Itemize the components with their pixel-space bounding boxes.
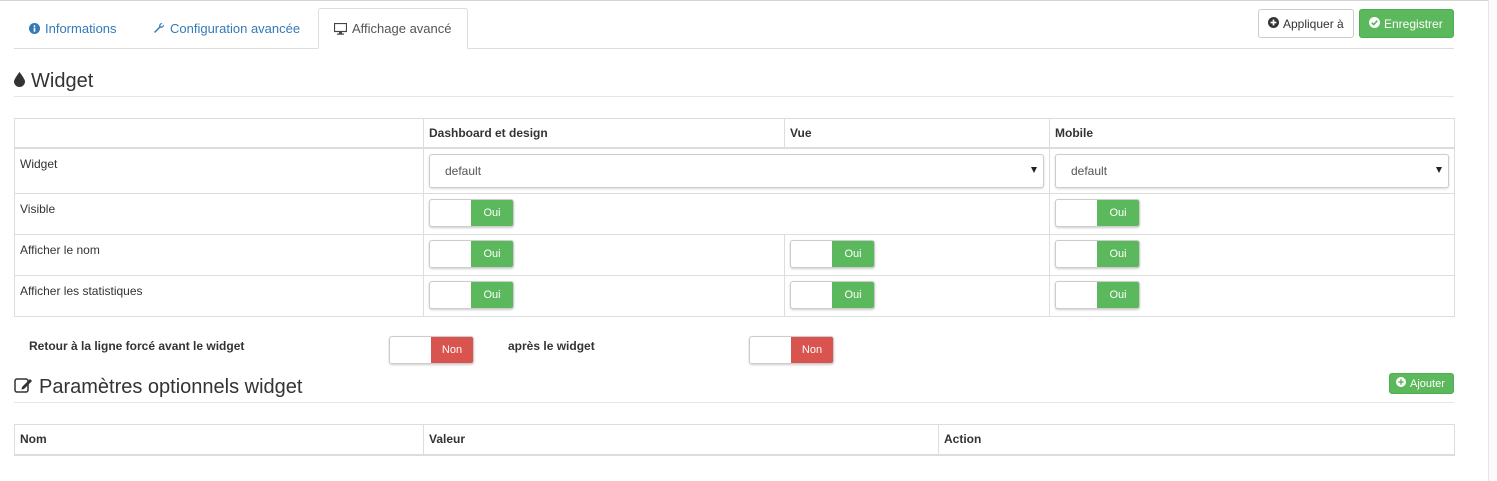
toggle-cell: Oui — [423, 234, 785, 276]
show-name-mobile-toggle[interactable]: Oui — [1055, 240, 1140, 268]
show-stats-dashboard-toggle[interactable]: Oui — [429, 281, 514, 309]
column-header: Mobile — [1049, 118, 1455, 149]
column-header: Action — [938, 424, 1455, 456]
edit-icon — [14, 376, 33, 399]
column-header: Dashboard et design — [423, 118, 785, 149]
save-button[interactable]: Enregistrer — [1359, 9, 1454, 38]
toggle-cell: Oui — [423, 193, 1050, 235]
scrollbar[interactable] — [1488, 0, 1497, 481]
toggle-cell: Oui — [784, 275, 1050, 317]
tab-configuration-avancee[interactable]: Configuration avancée — [138, 8, 315, 48]
plus-circle-icon — [1396, 377, 1406, 390]
apply-label: Appliquer à — [1283, 16, 1344, 31]
plus-circle-icon — [1268, 16, 1279, 31]
save-label: Enregistrer — [1384, 16, 1443, 31]
info-circle-icon — [29, 22, 40, 34]
tab-bar: Informations Configuration avancée Affic… — [14, 8, 1454, 49]
table-row: Visible Oui Oui — [14, 193, 1455, 235]
dashboard-widget-cell: default — [423, 147, 1050, 194]
widget-table: Dashboard et design Vue Mobile Widget de… — [14, 118, 1455, 317]
show-name-vue-toggle[interactable]: Oui — [790, 240, 875, 268]
visible-mobile-toggle[interactable]: Oui — [1055, 199, 1140, 227]
tab-informations[interactable]: Informations — [14, 8, 132, 48]
table-row: Widget default default — [14, 147, 1455, 194]
mobile-widget-cell: default — [1049, 147, 1455, 194]
toggle-state: Non — [791, 337, 833, 363]
column-header: Nom — [14, 424, 424, 456]
tab-label: Informations — [45, 20, 117, 36]
table-header-row: Nom Valeur Action — [14, 424, 1455, 456]
widget-title-text: Widget — [31, 70, 94, 92]
show-name-dashboard-toggle[interactable]: Oui — [429, 240, 514, 268]
column-header: Valeur — [423, 424, 939, 456]
row-label: Visible — [14, 193, 424, 235]
row-label: Widget — [14, 147, 424, 194]
widget-section-rule — [14, 96, 1454, 97]
tab-affichage-avance[interactable]: Affichage avancé — [318, 8, 468, 49]
mobile-widget-select[interactable]: default — [1055, 153, 1449, 188]
tab-label: Affichage avancé — [352, 21, 452, 36]
check-circle-icon — [1369, 16, 1380, 31]
column-header: Vue — [784, 118, 1050, 149]
visible-dashboard-toggle[interactable]: Oui — [429, 199, 514, 227]
line-break-before-toggle[interactable]: Non — [389, 336, 474, 364]
toggle-state: Oui — [471, 200, 513, 226]
caret-down-icon — [1436, 166, 1442, 173]
toggle-state: Oui — [471, 241, 513, 267]
row-label: Afficher les statistiques — [14, 275, 424, 317]
toggle-cell: Oui — [1049, 193, 1455, 235]
optional-params-section-title: Paramètres optionnels widget — [14, 376, 302, 399]
caret-down-icon — [1031, 166, 1037, 173]
toggle-cell: Oui — [784, 234, 1050, 276]
optional-params-table: Nom Valeur Action — [14, 424, 1455, 456]
toggle-state: Oui — [832, 282, 874, 308]
apply-to-button[interactable]: Appliquer à — [1258, 9, 1354, 38]
column-header — [14, 118, 424, 149]
select-value: default — [1071, 163, 1108, 178]
add-parameter-button[interactable]: Ajouter — [1389, 373, 1454, 394]
toggle-cell: Oui — [423, 275, 785, 317]
table-header-row: Dashboard et design Vue Mobile — [14, 118, 1455, 149]
select-value: default — [445, 163, 482, 178]
toggle-state: Oui — [1097, 200, 1139, 226]
line-break-after-label: après le widget — [508, 339, 595, 353]
show-stats-vue-toggle[interactable]: Oui — [790, 281, 875, 309]
dashboard-widget-select[interactable]: default — [429, 153, 1044, 188]
toggle-state: Non — [431, 337, 473, 363]
wrench-icon — [153, 22, 165, 34]
table-row: Afficher les statistiques Oui Oui Oui — [14, 275, 1455, 317]
row-label: Afficher le nom — [14, 234, 424, 276]
toggle-state: Oui — [471, 282, 513, 308]
tab-label: Configuration avancée — [170, 20, 301, 36]
top-border — [0, 0, 1488, 1]
tint-icon — [14, 70, 25, 93]
show-stats-mobile-toggle[interactable]: Oui — [1055, 281, 1140, 309]
optional-params-title-text: Paramètres optionnels widget — [39, 376, 303, 398]
line-break-before-label: Retour à la ligne forcé avant le widget — [29, 339, 245, 353]
table-row: Afficher le nom Oui Oui Oui — [14, 234, 1455, 276]
line-break-after-toggle[interactable]: Non — [749, 336, 834, 364]
widget-section-title: Widget — [14, 70, 93, 93]
toggle-cell: Oui — [1049, 234, 1455, 276]
add-label: Ajouter — [1410, 377, 1445, 390]
toggle-state: Oui — [1097, 282, 1139, 308]
optional-params-rule — [14, 402, 1454, 403]
toggle-cell: Oui — [1049, 275, 1455, 317]
toggle-state: Oui — [832, 241, 874, 267]
toggle-state: Oui — [1097, 241, 1139, 267]
desktop-icon — [334, 22, 347, 35]
